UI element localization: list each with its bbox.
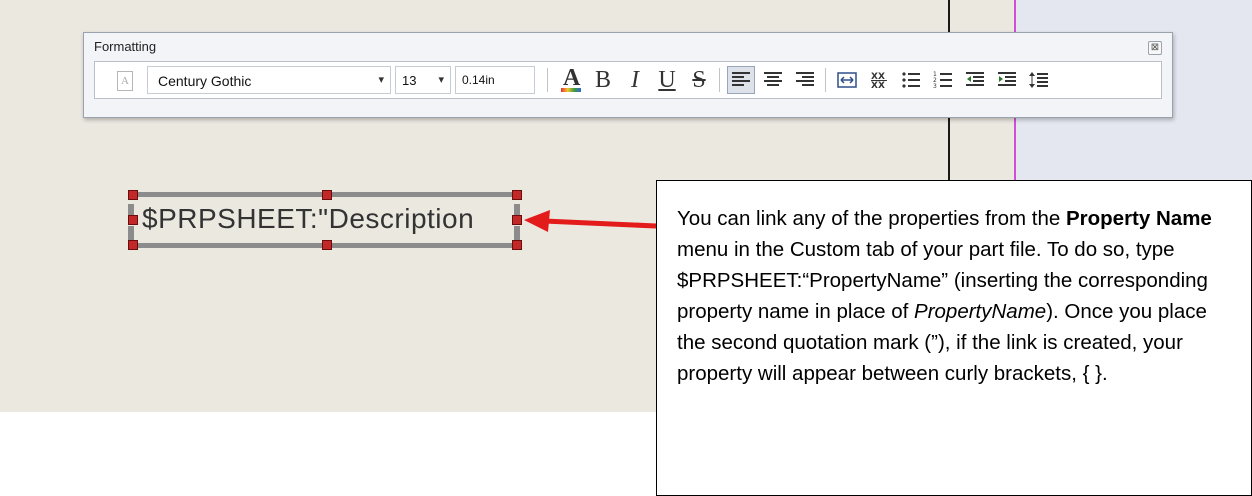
svg-text:XX: XX	[871, 81, 885, 89]
underline-icon: U	[658, 67, 676, 93]
underline-button[interactable]: U	[653, 66, 681, 94]
color-swatch	[561, 88, 581, 92]
font-style-icon[interactable]: A	[117, 71, 133, 91]
decrease-indent-icon	[966, 72, 984, 86]
callout-box: You can link any of the properties from …	[656, 180, 1252, 496]
resize-handle[interactable]	[128, 190, 138, 200]
align-center-icon	[764, 72, 782, 86]
line-spacing-button[interactable]	[1025, 66, 1053, 94]
fit-text-icon	[837, 72, 857, 88]
note-frame-left	[128, 226, 134, 240]
increase-indent-icon	[998, 72, 1016, 86]
formatting-toolbar: Formatting ⊠ A Century Gothic ▾ 13 ▾ 0.1…	[83, 32, 1173, 118]
resize-handle[interactable]	[512, 190, 522, 200]
strikethrough-icon: S	[692, 67, 706, 93]
decrease-indent-button[interactable]	[961, 66, 989, 94]
increase-indent-button[interactable]	[993, 66, 1021, 94]
toolbar-separator	[825, 68, 826, 92]
chevron-down-icon: ▾	[438, 74, 444, 86]
resize-handle[interactable]	[128, 240, 138, 250]
svg-text:3: 3	[933, 83, 937, 89]
callout-bold-property-name: Property Name	[1065, 207, 1212, 230]
resize-handle[interactable]	[322, 240, 332, 250]
formatting-bar: A Century Gothic ▾ 13 ▾ 0.14in A B I U S…	[94, 61, 1162, 99]
fit-text-button[interactable]	[833, 66, 861, 94]
selected-note[interactable]: $PRPSHEET:"Description	[128, 190, 522, 250]
font-color-button[interactable]: A	[557, 65, 585, 94]
callout-text-1: You can link any of the properties from …	[677, 207, 1066, 230]
italic-button[interactable]: I	[621, 66, 649, 94]
bold-button[interactable]: B	[589, 66, 617, 94]
resize-handle[interactable]	[128, 215, 138, 225]
toolbar-separator	[719, 68, 720, 92]
align-left-icon	[732, 72, 750, 86]
pointer-arrow	[524, 210, 657, 232]
callout-italic-property-name: PropertyName	[914, 300, 1047, 323]
bold-icon: B	[594, 67, 611, 93]
toolbar-separator	[547, 68, 548, 92]
text-height-input[interactable]: 0.14in	[455, 66, 535, 94]
align-right-icon	[796, 72, 814, 86]
toolbar-title: Formatting	[94, 39, 157, 54]
font-color-icon: A	[561, 65, 581, 92]
strikethrough-button[interactable]: S	[685, 66, 713, 94]
font-name-value: Century Gothic	[158, 73, 252, 89]
close-button[interactable]: ⊠	[1148, 41, 1162, 55]
resize-handle[interactable]	[322, 190, 332, 200]
bullets-button[interactable]	[897, 66, 925, 94]
stack-icon: XX XX	[871, 72, 887, 89]
align-center-button[interactable]	[759, 66, 787, 94]
font-size-value: 13	[402, 73, 417, 88]
note-text[interactable]: $PRPSHEET:"Description	[142, 203, 474, 235]
numbering-button[interactable]: 1 2 3	[929, 66, 957, 94]
resize-handle[interactable]	[512, 240, 522, 250]
font-name-select[interactable]: Century Gothic ▾	[147, 66, 391, 94]
line-spacing-icon	[1029, 72, 1048, 88]
align-left-button[interactable]	[727, 66, 755, 94]
align-right-button[interactable]	[791, 66, 819, 94]
bullets-icon	[902, 72, 920, 88]
italic-icon: I	[631, 67, 639, 93]
font-size-select[interactable]: 13 ▾	[395, 66, 451, 94]
numbering-icon: 1 2 3	[933, 71, 952, 89]
stack-button[interactable]: XX XX	[865, 66, 893, 94]
chevron-down-icon: ▾	[378, 74, 384, 86]
